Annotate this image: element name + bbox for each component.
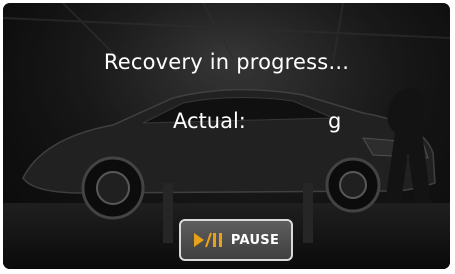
actual-label: Actual: bbox=[173, 109, 246, 133]
recovery-status-text: Recovery in progress... bbox=[103, 50, 350, 74]
play-pause-icon bbox=[193, 232, 222, 248]
pause-button-label: PAUSE bbox=[230, 232, 280, 248]
actual-unit: g bbox=[328, 109, 342, 133]
display-screen: Recovery in progress... Actual: g PAUSE bbox=[3, 3, 450, 269]
pause-button[interactable]: PAUSE bbox=[179, 219, 293, 261]
device-frame: Recovery in progress... Actual: g PAUSE bbox=[0, 0, 455, 274]
